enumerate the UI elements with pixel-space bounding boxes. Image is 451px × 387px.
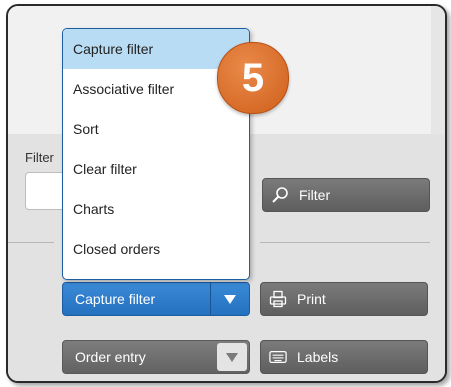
mode-select[interactable]: Order entry	[62, 340, 250, 374]
labels-icon	[269, 348, 287, 366]
step-badge: 5	[217, 42, 289, 114]
chevron-down-icon[interactable]	[210, 283, 249, 315]
print-icon	[269, 290, 287, 308]
filter-button[interactable]: Filter	[262, 178, 430, 212]
menu-item-sort[interactable]: Sort	[63, 109, 249, 149]
menu-item-closed-orders[interactable]: Closed orders	[63, 229, 249, 269]
menu-item-clear-filter[interactable]: Clear filter	[63, 149, 249, 189]
filter-label: Filter	[25, 150, 54, 165]
side-strip	[431, 6, 445, 134]
divider-left	[8, 242, 54, 243]
view-select-value: Capture filter	[75, 291, 156, 307]
print-button[interactable]: Print	[260, 282, 428, 316]
labels-button[interactable]: Labels	[260, 340, 428, 374]
view-select[interactable]: Capture filter	[62, 282, 250, 316]
labels-button-label: Labels	[297, 349, 339, 365]
menu-item-charts[interactable]: Charts	[63, 189, 249, 229]
search-icon	[271, 186, 289, 204]
print-button-label: Print	[297, 291, 326, 307]
chevron-down-icon[interactable]	[217, 343, 247, 371]
divider-right	[260, 242, 430, 243]
mode-select-value: Order entry	[75, 349, 146, 365]
filter-button-label: Filter	[299, 187, 331, 203]
